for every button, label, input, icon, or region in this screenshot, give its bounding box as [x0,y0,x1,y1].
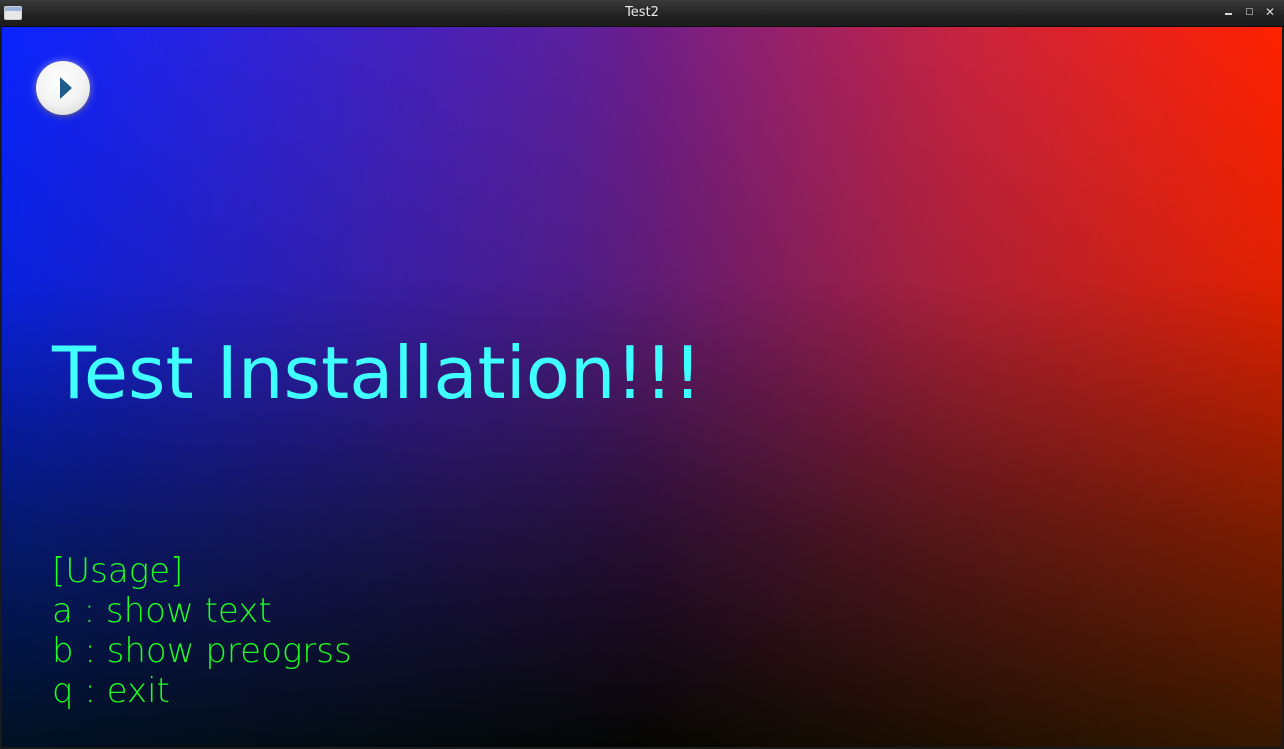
headline-text: Test Installation!!! [52,331,703,415]
minimize-button[interactable] [1221,4,1237,20]
title-bar[interactable]: Test2 ✕ [0,0,1284,27]
window-title: Test2 [625,5,659,20]
play-icon [60,77,72,99]
usage-line-q: q : exit [52,671,170,711]
app-canvas: Test Installation!!! [Usage] a : show te… [2,27,1282,747]
usage-line-a: a : show text [52,591,272,631]
close-button[interactable]: ✕ [1262,4,1278,20]
maximize-button[interactable] [1242,4,1258,20]
usage-heading: [Usage] [52,551,184,591]
usage-instructions: [Usage] a : show text b : show preogrss … [52,551,352,711]
usage-line-b: b : show preogrss [52,631,352,671]
minimize-icon [1225,13,1232,15]
maximize-icon [1246,8,1253,15]
close-icon: ✕ [1264,5,1276,19]
app-window: Test2 ✕ Test Installation!!! [Usage] a :… [0,0,1284,749]
play-button[interactable] [36,61,90,115]
